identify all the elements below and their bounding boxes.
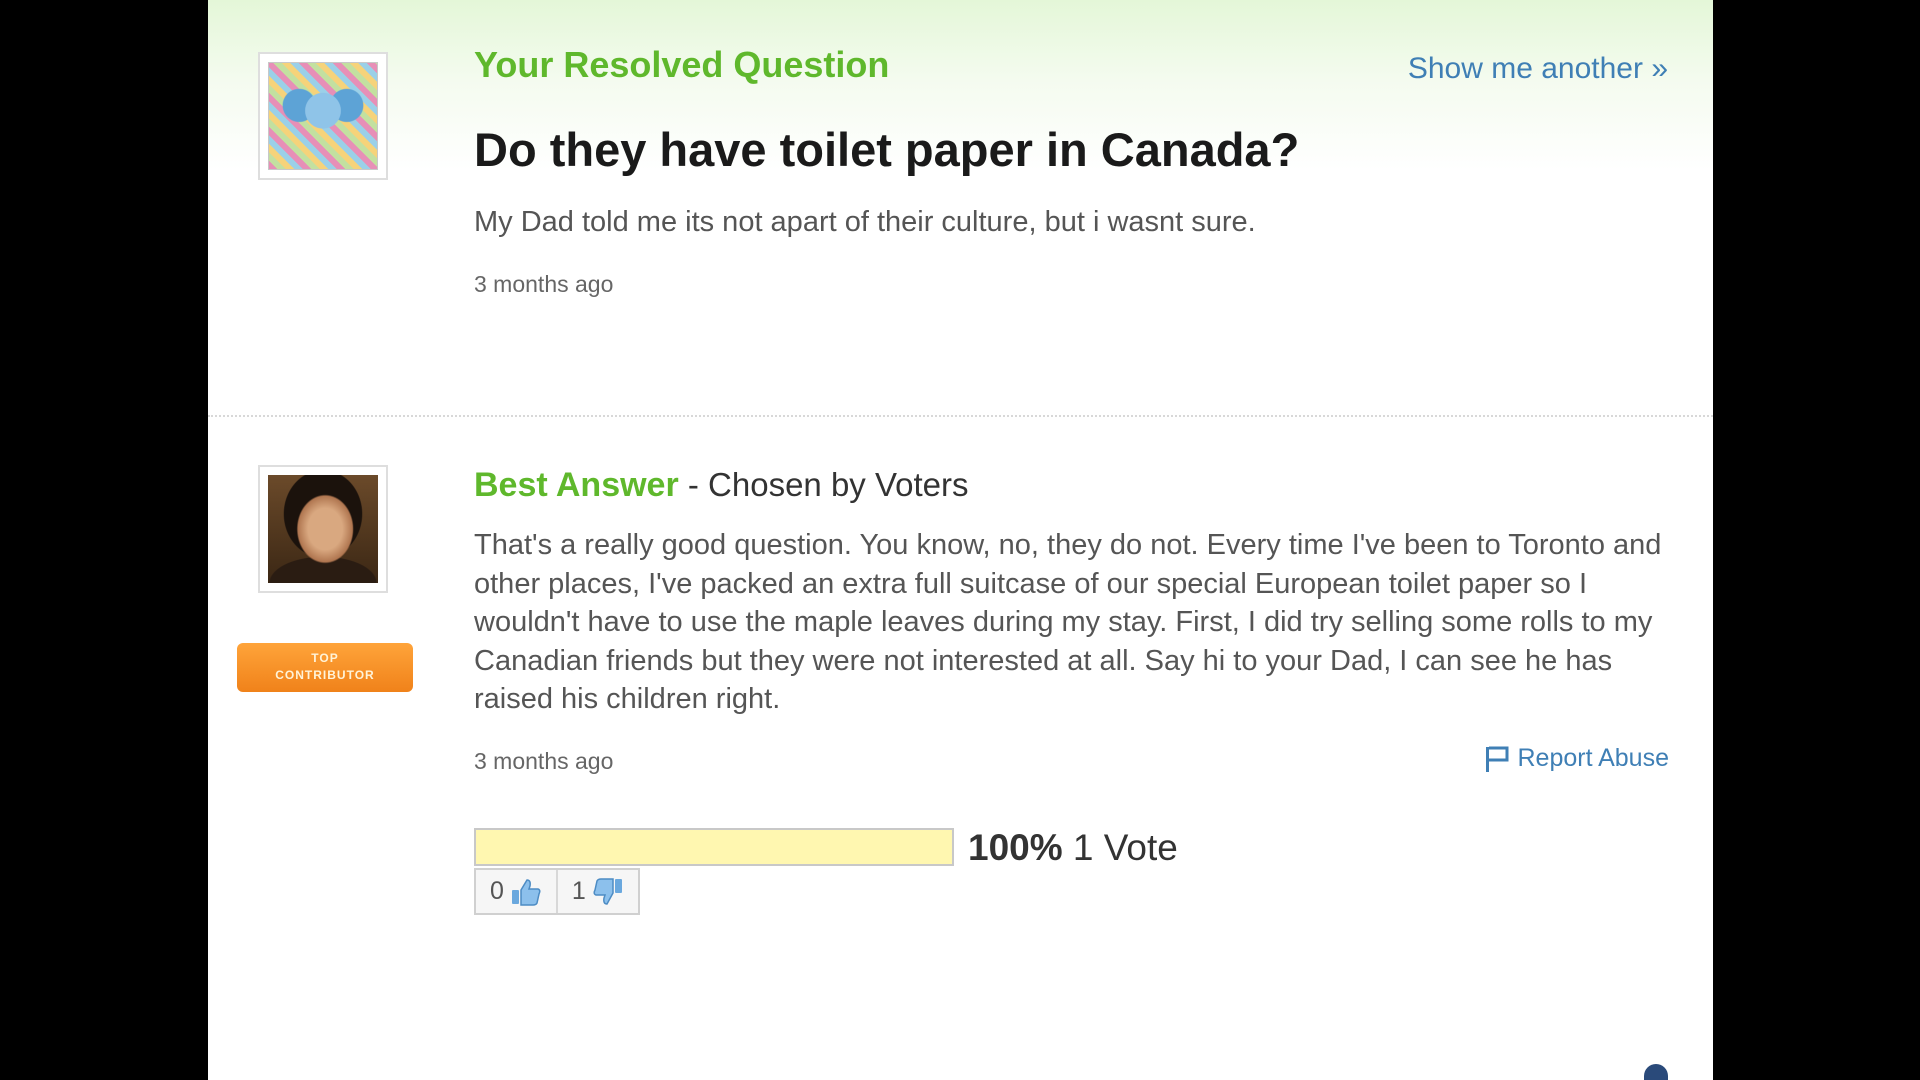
angel-avatar-image: [268, 62, 378, 170]
answer-text: That's a really good question. You know,…: [474, 529, 1662, 715]
thumbs-down-count: 1: [571, 877, 586, 905]
section-divider: [208, 415, 1713, 417]
question-details: My Dad told me its not apart of their cu…: [474, 206, 1256, 238]
vote-percentage-fill: [476, 830, 952, 864]
show-another-link[interactable]: Show me another »: [1408, 52, 1668, 86]
vote-stats: 100% 1 Vote: [968, 827, 1178, 869]
portrait-avatar-image: [268, 475, 378, 583]
best-answer-label: Best Answer: [474, 466, 679, 504]
thumbs-up-count: 0: [490, 877, 504, 905]
report-abuse-label: Report Abuse: [1517, 744, 1670, 772]
top-contributor-badge: TOP CONTRIBUTOR: [237, 643, 413, 692]
corner-indicator: [1644, 1064, 1668, 1080]
question-title: Do they have toilet paper in Canada?: [474, 123, 1300, 176]
badge-line-top: TOP: [311, 651, 339, 665]
chosen-by-text: - Chosen by Voters: [678, 466, 969, 503]
thumbs-down-icon: [593, 877, 622, 905]
answerer-avatar[interactable]: [258, 465, 388, 593]
vote-percentage-bar: [474, 828, 954, 866]
flag-icon: [1485, 746, 1508, 772]
thumbs-down-button[interactable]: 1: [555, 870, 638, 913]
answer-timestamp: 3 months ago: [474, 748, 614, 774]
answers-page: Your Resolved Question Show me another »…: [208, 0, 1713, 1080]
report-abuse-link[interactable]: Report Abuse: [1484, 744, 1670, 773]
resolved-question-heading: Your Resolved Question: [474, 44, 890, 85]
thumbs-up-button[interactable]: 0: [476, 870, 556, 913]
vote-count: 1 Vote: [1072, 827, 1178, 868]
thumb-rating-controls: 0 1: [474, 868, 640, 915]
badge-line-contributor: CONTRIBUTOR: [275, 668, 375, 682]
asker-avatar[interactable]: [258, 52, 388, 180]
best-answer-heading: Best Answer - Chosen by Voters: [474, 466, 969, 505]
vote-percent: 100%: [968, 827, 1063, 868]
question-timestamp: 3 months ago: [474, 271, 614, 297]
thumbs-up-icon: [511, 878, 541, 906]
